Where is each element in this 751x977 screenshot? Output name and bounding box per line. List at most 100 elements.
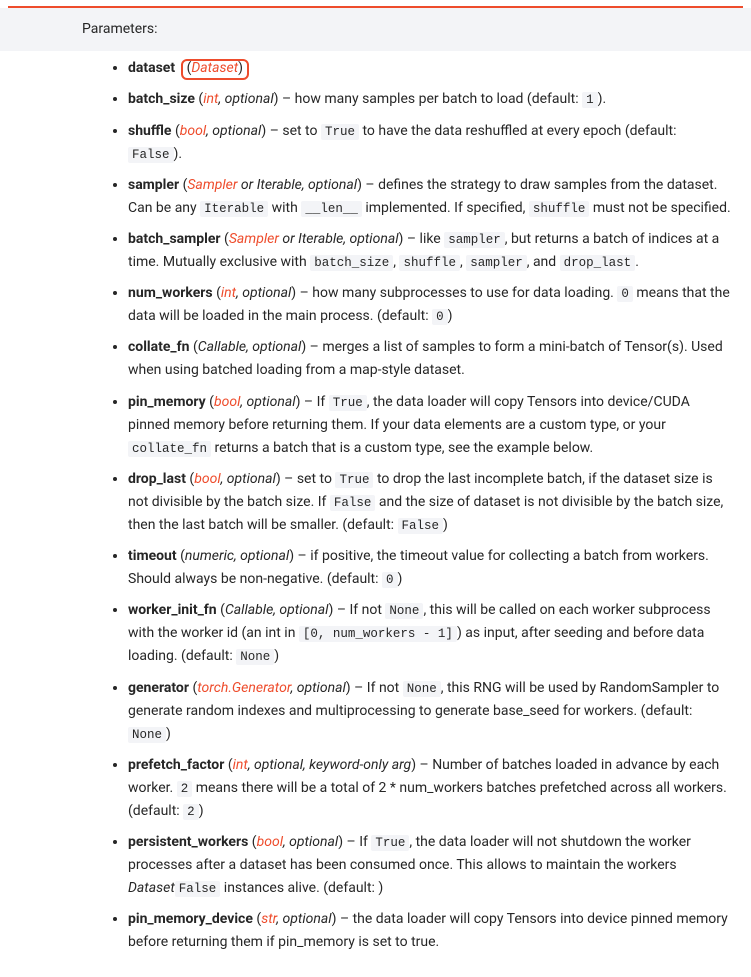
param-desc-text: ) <box>443 517 448 533</box>
param-item: generator (torch.Generator, optional) – … <box>128 677 733 746</box>
code-literal: batch_size <box>310 255 393 271</box>
param-item: num_workers (int, optional) – how many s… <box>128 282 733 328</box>
param-type-link[interactable]: int <box>221 285 236 301</box>
param-desc-text: ) <box>448 308 453 324</box>
code-literal: collate_fn <box>128 441 211 457</box>
parameter-list: dataset (Dataset)batch_size (int, option… <box>0 57 751 976</box>
highlight-box: (Dataset) <box>181 59 249 80</box>
param-item: drop_last (bool, optional) – set to True… <box>128 468 733 537</box>
param-type-plain: Callable <box>225 602 273 618</box>
param-desc-text: ) <box>199 803 204 819</box>
param-type-plain: Iterable <box>298 231 343 247</box>
code-literal: 2 <box>183 804 199 820</box>
param-desc-text: – how many subprocesses to use for data … <box>296 285 617 301</box>
param-item: pin_memory_device (str, optional) – the … <box>128 908 733 954</box>
code-literal: sampler <box>466 255 527 271</box>
code-literal: 0 <box>382 572 398 588</box>
param-name: drop_last <box>128 471 186 487</box>
code-literal: True <box>371 835 409 851</box>
param-type-link[interactable]: int <box>203 91 218 107</box>
param-type-link[interactable]: bool <box>257 834 283 850</box>
code-literal: False <box>398 518 444 534</box>
param-item: batch_size (int, optional) – how many sa… <box>128 88 733 111</box>
code-literal: False <box>330 495 376 511</box>
code-literal: True <box>335 472 373 488</box>
param-desc-text: returns a batch that is a custom type, s… <box>211 440 593 456</box>
code-literal: sampler <box>444 232 505 248</box>
param-item: persistent_workers (bool, optional) – If… <box>128 831 733 900</box>
param-desc-text: ) <box>166 726 171 742</box>
param-type-optional: optional <box>225 91 274 107</box>
param-type-optional: optional <box>227 471 276 487</box>
param-type-optional: optional <box>252 339 301 355</box>
param-item: pin_memory (bool, optional) – If True, t… <box>128 391 733 460</box>
param-type-sep: or <box>279 231 298 247</box>
param-type-link[interactable]: bool <box>180 123 206 139</box>
param-type-optional: optional <box>279 602 328 618</box>
code-literal: None <box>128 727 166 743</box>
code-literal: 2 <box>177 781 193 797</box>
param-desc-text: to have the data reshuffled at every epo… <box>359 123 677 139</box>
param-item: batch_sampler (Sampler or Iterable, opti… <box>128 228 733 274</box>
param-desc-text: – If <box>343 834 371 850</box>
code-literal: drop_last <box>560 255 636 271</box>
param-item: worker_init_fn (Callable, optional) – If… <box>128 599 733 668</box>
param-name: prefetch_factor <box>128 757 224 773</box>
code-literal: None <box>385 603 423 619</box>
param-desc-text: , and <box>527 254 560 270</box>
param-type-sep: or <box>237 177 256 193</box>
param-type-optional: optional <box>212 123 261 139</box>
param-type-plain: Callable <box>198 339 246 355</box>
param-desc-text: ) <box>274 648 279 664</box>
code-literal: 1 <box>582 92 598 108</box>
param-desc-text: ). <box>174 146 183 162</box>
param-desc-text: ) <box>378 880 383 896</box>
code-literal: None <box>236 649 274 665</box>
param-type-optional: optional <box>289 834 338 850</box>
param-name: batch_sampler <box>128 231 221 247</box>
param-name: sampler <box>128 177 179 193</box>
code-literal: shuffle <box>399 255 460 271</box>
code-literal: True <box>321 124 359 140</box>
param-desc-text: ) <box>398 571 403 587</box>
param-type-extra: keyword-only arg <box>309 757 411 773</box>
param-type-link[interactable]: bool <box>214 394 240 410</box>
param-name: generator <box>128 680 189 696</box>
code-literal: 0 <box>432 309 448 325</box>
param-type-optional: optional <box>297 680 346 696</box>
param-desc-text: means there will be a total of 2 * num_w… <box>128 780 727 819</box>
param-type-optional: optional <box>308 177 357 193</box>
code-literal: __len__ <box>301 201 362 217</box>
param-type-link[interactable]: Sampler <box>187 177 237 193</box>
param-item: prefetch_factor (int, optional, keyword-… <box>128 754 733 823</box>
code-literal: shuffle <box>529 201 590 217</box>
param-type-optional: optional <box>254 757 303 773</box>
param-desc-text: – If not <box>351 680 403 696</box>
param-type-link[interactable]: torch.Generator <box>197 680 290 696</box>
param-name: timeout <box>128 548 177 564</box>
param-type-link[interactable]: int <box>233 757 248 773</box>
param-desc-text: . <box>635 254 639 270</box>
param-name: shuffle <box>128 123 171 139</box>
param-type-link[interactable]: bool <box>194 471 220 487</box>
param-type-link[interactable]: str <box>261 911 276 927</box>
param-desc-text: – like <box>403 231 444 247</box>
param-type-link[interactable]: Dataset <box>191 60 238 76</box>
code-literal: 0 <box>617 286 633 302</box>
param-type-link[interactable]: Sampler <box>229 231 279 247</box>
code-literal: False <box>128 147 174 163</box>
param-desc-text: – If not <box>333 602 385 618</box>
param-item: timeout (numeric, optional) – if positiv… <box>128 545 733 591</box>
param-type-optional: optional <box>247 394 296 410</box>
code-literal: False <box>175 881 221 897</box>
param-desc-text: must not be specified. <box>589 200 730 216</box>
italic-text: Dataset <box>128 880 175 896</box>
code-literal: [0, num_workers - 1] <box>299 626 457 642</box>
code-literal: True <box>329 395 367 411</box>
param-type-optional: optional <box>349 231 398 247</box>
param-name: batch_size <box>128 91 195 107</box>
code-literal: None <box>403 681 441 697</box>
param-name: pin_memory <box>128 394 206 410</box>
param-name: collate_fn <box>128 339 189 355</box>
param-type-plain: Iterable <box>257 177 302 193</box>
